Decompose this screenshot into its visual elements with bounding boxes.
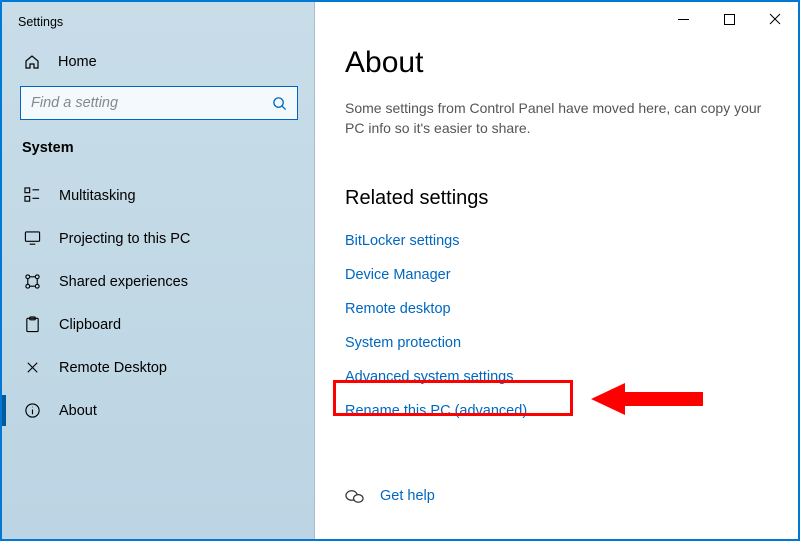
- sidebar-item-multitasking[interactable]: Multitasking: [2, 174, 314, 217]
- about-icon: [24, 402, 41, 419]
- page-description: Some settings from Control Panel have mo…: [345, 98, 770, 139]
- main-panel: About Some settings from Control Panel h…: [314, 2, 798, 539]
- sidebar-item-label: Multitasking: [59, 188, 136, 204]
- link-remote-desktop[interactable]: Remote desktop: [345, 292, 451, 326]
- sidebar-item-shared[interactable]: Shared experiences: [2, 260, 314, 303]
- sidebar-item-remote-desktop[interactable]: Remote Desktop: [2, 346, 314, 389]
- help-row: Get help: [345, 462, 770, 506]
- link-advanced-system-settings[interactable]: Advanced system settings: [345, 360, 513, 394]
- sidebar-item-projecting[interactable]: Projecting to this PC: [2, 217, 314, 260]
- search-box[interactable]: [20, 86, 298, 120]
- sidebar-item-label: Shared experiences: [59, 274, 188, 290]
- page-title: About: [345, 46, 770, 80]
- minimize-button[interactable]: [660, 2, 706, 36]
- close-button[interactable]: [752, 2, 798, 36]
- settings-window: Settings Home System: [2, 2, 798, 539]
- related-settings-heading: Related settings: [345, 187, 770, 210]
- clipboard-icon: [24, 316, 41, 333]
- related-links-list: BitLocker settings Device Manager Remote…: [345, 224, 770, 428]
- home-label: Home: [58, 54, 97, 70]
- home-nav[interactable]: Home: [2, 42, 314, 82]
- sidebar-item-clipboard[interactable]: Clipboard: [2, 303, 314, 346]
- get-help-icon: [345, 487, 364, 506]
- search-icon: [272, 96, 287, 111]
- sidebar-group-header: System: [2, 138, 314, 174]
- sidebar-item-label: Projecting to this PC: [59, 231, 190, 247]
- multitasking-icon: [24, 187, 41, 204]
- window-title: Settings: [2, 2, 314, 42]
- sidebar: Settings Home System: [2, 2, 314, 539]
- projecting-icon: [24, 230, 41, 247]
- content-area: About Some settings from Control Panel h…: [315, 2, 798, 539]
- sidebar-item-label: About: [59, 403, 97, 419]
- sidebar-item-about[interactable]: About: [2, 389, 314, 432]
- sidebar-item-label: Clipboard: [59, 317, 121, 333]
- window-controls: [660, 2, 798, 36]
- shared-icon: [24, 273, 41, 290]
- remote-desktop-icon: [24, 359, 41, 376]
- maximize-button[interactable]: [706, 2, 752, 36]
- link-rename-pc[interactable]: Rename this PC (advanced): [345, 394, 527, 428]
- home-icon: [24, 54, 40, 70]
- search-input[interactable]: [31, 95, 272, 111]
- link-system-protection[interactable]: System protection: [345, 326, 461, 360]
- link-device-manager[interactable]: Device Manager: [345, 258, 451, 292]
- sidebar-item-label: Remote Desktop: [59, 360, 167, 376]
- link-bitlocker[interactable]: BitLocker settings: [345, 224, 459, 258]
- get-help-link[interactable]: Get help: [380, 488, 435, 504]
